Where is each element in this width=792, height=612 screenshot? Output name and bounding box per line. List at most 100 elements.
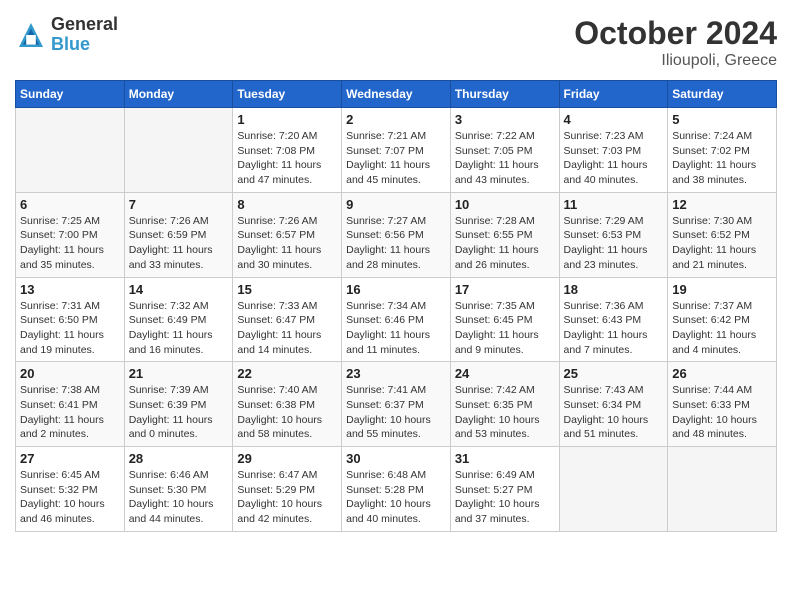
calendar-cell: 9Sunrise: 7:27 AMSunset: 6:56 PMDaylight… <box>342 192 451 277</box>
day-number: 10 <box>455 197 555 212</box>
day-info: Sunrise: 7:23 AMSunset: 7:03 PMDaylight:… <box>564 129 664 188</box>
calendar-cell: 5 Sunrise: 7:24 AMSunset: 7:02 PMDaylight… <box>668 108 777 193</box>
weekday-header-saturday: Saturday <box>668 81 777 108</box>
day-info: Sunrise: 7:32 AMSunset: 6:49 PMDaylight:… <box>129 299 229 358</box>
day-info: Sunrise: 7:37 AMSunset: 6:42 PMDaylight:… <box>672 299 772 358</box>
day-number: 25 <box>564 366 664 381</box>
day-info: Sunrise: 7:29 AMSunset: 6:53 PMDaylight:… <box>564 214 664 273</box>
day-number: 8 <box>237 197 337 212</box>
day-info: Sunrise: 7:39 AMSunset: 6:39 PMDaylight:… <box>129 383 229 442</box>
day-info: Sunrise: 7:26 AMSunset: 6:57 PMDaylight:… <box>237 214 337 273</box>
day-info: Sunrise: 6:49 AMSunset: 5:27 PMDaylight:… <box>455 468 555 527</box>
day-number: 21 <box>129 366 229 381</box>
day-info: Sunrise: 7:36 AMSunset: 6:43 PMDaylight:… <box>564 299 664 358</box>
day-number: 15 <box>237 282 337 297</box>
calendar-week-4: 20 Sunrise: 7:38 AMSunset: 6:41 PMDayligh… <box>16 362 777 447</box>
calendar-cell <box>124 108 233 193</box>
day-number: 19 <box>672 282 772 297</box>
weekday-row: SundayMondayTuesdayWednesdayThursdayFrid… <box>16 81 777 108</box>
logo-icon <box>15 19 47 51</box>
day-info: Sunrise: 6:46 AMSunset: 5:30 PMDaylight:… <box>129 468 229 527</box>
day-number: 6 <box>20 197 120 212</box>
weekday-header-monday: Monday <box>124 81 233 108</box>
day-number: 27 <box>20 451 120 466</box>
day-info: Sunrise: 7:25 AMSunset: 7:00 PMDaylight:… <box>20 214 120 273</box>
day-info: Sunrise: 7:33 AMSunset: 6:47 PMDaylight:… <box>237 299 337 358</box>
calendar-cell: 2 Sunrise: 7:21 AMSunset: 7:07 PMDaylight… <box>342 108 451 193</box>
day-info: Sunrise: 7:42 AMSunset: 6:35 PMDaylight:… <box>455 383 555 442</box>
calendar-subtitle: Ilioupoli, Greece <box>574 52 777 70</box>
day-number: 2 <box>346 112 446 127</box>
calendar-cell <box>16 108 125 193</box>
day-info: Sunrise: 6:48 AMSunset: 5:28 PMDaylight:… <box>346 468 446 527</box>
calendar-cell: 24 Sunrise: 7:42 AMSunset: 6:35 PMDayligh… <box>450 362 559 447</box>
calendar-header: SundayMondayTuesdayWednesdayThursdayFrid… <box>16 81 777 108</box>
day-number: 29 <box>237 451 337 466</box>
day-info: Sunrise: 7:43 AMSunset: 6:34 PMDaylight:… <box>564 383 664 442</box>
calendar-cell: 15 Sunrise: 7:33 AMSunset: 6:47 PMDayligh… <box>233 277 342 362</box>
day-number: 12 <box>672 197 772 212</box>
day-info: Sunrise: 7:41 AMSunset: 6:37 PMDaylight:… <box>346 383 446 442</box>
calendar-cell: 17 Sunrise: 7:35 AMSunset: 6:45 PMDayligh… <box>450 277 559 362</box>
day-number: 13 <box>20 282 120 297</box>
calendar-cell: 22 Sunrise: 7:40 AMSunset: 6:38 PMDayligh… <box>233 362 342 447</box>
weekday-header-thursday: Thursday <box>450 81 559 108</box>
logo: General Blue <box>15 15 118 55</box>
day-info: Sunrise: 7:21 AMSunset: 7:07 PMDaylight:… <box>346 129 446 188</box>
weekday-header-wednesday: Wednesday <box>342 81 451 108</box>
day-info: Sunrise: 7:38 AMSunset: 6:41 PMDaylight:… <box>20 383 120 442</box>
calendar-cell: 25 Sunrise: 7:43 AMSunset: 6:34 PMDayligh… <box>559 362 668 447</box>
day-info: Sunrise: 7:26 AMSunset: 6:59 PMDaylight:… <box>129 214 229 273</box>
day-number: 5 <box>672 112 772 127</box>
day-number: 18 <box>564 282 664 297</box>
day-info: Sunrise: 7:44 AMSunset: 6:33 PMDaylight:… <box>672 383 772 442</box>
calendar-cell <box>559 447 668 532</box>
day-number: 30 <box>346 451 446 466</box>
calendar-table: SundayMondayTuesdayWednesdayThursdayFrid… <box>15 80 777 532</box>
calendar-cell: 31 Sunrise: 6:49 AMSunset: 5:27 PMDayligh… <box>450 447 559 532</box>
logo-line1: General <box>51 15 118 35</box>
day-info: Sunrise: 6:45 AMSunset: 5:32 PMDaylight:… <box>20 468 120 527</box>
calendar-cell: 1 Sunrise: 7:20 AMSunset: 7:08 PMDaylight… <box>233 108 342 193</box>
day-number: 17 <box>455 282 555 297</box>
day-info: Sunrise: 7:22 AMSunset: 7:05 PMDaylight:… <box>455 129 555 188</box>
calendar-cell: 14 Sunrise: 7:32 AMSunset: 6:49 PMDayligh… <box>124 277 233 362</box>
day-number: 24 <box>455 366 555 381</box>
calendar-cell: 30 Sunrise: 6:48 AMSunset: 5:28 PMDayligh… <box>342 447 451 532</box>
calendar-cell: 16Sunrise: 7:34 AMSunset: 6:46 PMDayligh… <box>342 277 451 362</box>
day-info: Sunrise: 7:24 AMSunset: 7:02 PMDaylight:… <box>672 129 772 188</box>
calendar-cell: 28 Sunrise: 6:46 AMSunset: 5:30 PMDayligh… <box>124 447 233 532</box>
logo-text: General Blue <box>51 15 118 55</box>
day-number: 31 <box>455 451 555 466</box>
calendar-cell: 13 Sunrise: 7:31 AMSunset: 6:50 PMDayligh… <box>16 277 125 362</box>
calendar-cell: 3 Sunrise: 7:22 AMSunset: 7:05 PMDaylight… <box>450 108 559 193</box>
day-number: 14 <box>129 282 229 297</box>
calendar-cell: 8 Sunrise: 7:26 AMSunset: 6:57 PMDaylight… <box>233 192 342 277</box>
day-info: Sunrise: 7:20 AMSunset: 7:08 PMDaylight:… <box>237 129 337 188</box>
day-info: Sunrise: 7:35 AMSunset: 6:45 PMDaylight:… <box>455 299 555 358</box>
calendar-body: 1 Sunrise: 7:20 AMSunset: 7:08 PMDaylight… <box>16 108 777 532</box>
day-info: Sunrise: 7:31 AMSunset: 6:50 PMDaylight:… <box>20 299 120 358</box>
calendar-cell: 7Sunrise: 7:26 AMSunset: 6:59 PMDaylight… <box>124 192 233 277</box>
calendar-cell: 12Sunrise: 7:30 AMSunset: 6:52 PMDayligh… <box>668 192 777 277</box>
calendar-week-3: 13 Sunrise: 7:31 AMSunset: 6:50 PMDayligh… <box>16 277 777 362</box>
day-number: 28 <box>129 451 229 466</box>
day-number: 20 <box>20 366 120 381</box>
calendar-cell: 26Sunrise: 7:44 AMSunset: 6:33 PMDayligh… <box>668 362 777 447</box>
calendar-week-5: 27 Sunrise: 6:45 AMSunset: 5:32 PMDayligh… <box>16 447 777 532</box>
day-number: 1 <box>237 112 337 127</box>
day-info: Sunrise: 7:40 AMSunset: 6:38 PMDaylight:… <box>237 383 337 442</box>
day-info: Sunrise: 7:28 AMSunset: 6:55 PMDaylight:… <box>455 214 555 273</box>
title-block: October 2024 Ilioupoli, Greece <box>574 15 777 70</box>
calendar-cell: 21 Sunrise: 7:39 AMSunset: 6:39 PMDayligh… <box>124 362 233 447</box>
day-number: 22 <box>237 366 337 381</box>
calendar-week-2: 6 Sunrise: 7:25 AMSunset: 7:00 PMDaylight… <box>16 192 777 277</box>
day-number: 3 <box>455 112 555 127</box>
calendar-week-1: 1 Sunrise: 7:20 AMSunset: 7:08 PMDaylight… <box>16 108 777 193</box>
calendar-cell: 4Sunrise: 7:23 AMSunset: 7:03 PMDaylight… <box>559 108 668 193</box>
day-info: Sunrise: 6:47 AMSunset: 5:29 PMDaylight:… <box>237 468 337 527</box>
calendar-cell: 23 Sunrise: 7:41 AMSunset: 6:37 PMDayligh… <box>342 362 451 447</box>
day-number: 23 <box>346 366 446 381</box>
day-info: Sunrise: 7:27 AMSunset: 6:56 PMDaylight:… <box>346 214 446 273</box>
day-info: Sunrise: 7:34 AMSunset: 6:46 PMDaylight:… <box>346 299 446 358</box>
